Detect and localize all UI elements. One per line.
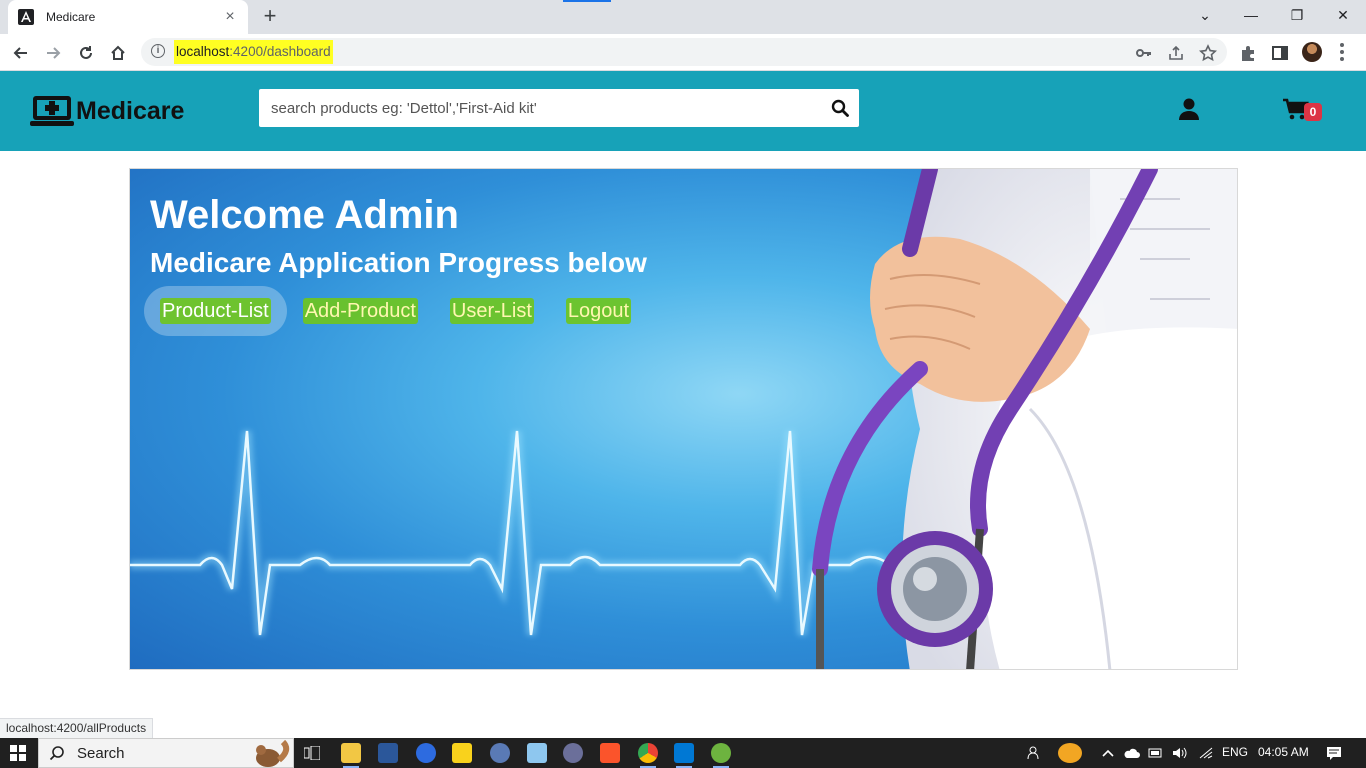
reload-button[interactable] bbox=[73, 40, 99, 66]
home-button[interactable] bbox=[105, 40, 131, 66]
weather-icon[interactable] bbox=[1058, 743, 1082, 763]
tab-drag-indicator bbox=[563, 0, 611, 2]
progress-subheading: Medicare Application Progress below bbox=[150, 247, 647, 278]
address-bar[interactable]: i localhost:4200/dashboard bbox=[141, 38, 1227, 66]
tab-search-dropdown-icon[interactable]: ⌄ bbox=[1182, 0, 1228, 30]
nav-user-list-link[interactable]: User-List bbox=[434, 286, 550, 336]
battery-icon[interactable] bbox=[1148, 746, 1162, 760]
back-button[interactable] bbox=[8, 40, 34, 66]
taskbar-search[interactable]: Search bbox=[38, 738, 294, 768]
paint-icon[interactable] bbox=[490, 743, 510, 763]
people-icon[interactable] bbox=[1027, 746, 1041, 760]
search-icon bbox=[49, 746, 64, 761]
task-view-icon[interactable] bbox=[304, 746, 320, 760]
vscode-icon[interactable] bbox=[674, 743, 694, 763]
nav-link-label: Logout bbox=[567, 300, 630, 322]
notifications-icon[interactable] bbox=[1326, 746, 1341, 760]
profile-avatar[interactable] bbox=[1302, 42, 1322, 62]
minimize-button[interactable]: — bbox=[1228, 0, 1274, 30]
address-url[interactable]: localhost:4200/dashboard bbox=[174, 40, 333, 64]
brand-logo[interactable]: Medicare bbox=[30, 93, 184, 129]
close-window-button[interactable]: ✕ bbox=[1320, 0, 1366, 30]
key-icon[interactable] bbox=[1135, 44, 1153, 62]
nav-product-list-link[interactable]: Product-List bbox=[144, 286, 287, 336]
wifi-icon[interactable] bbox=[1198, 746, 1213, 760]
tab-title: Medicare bbox=[46, 10, 96, 24]
search-icon[interactable] bbox=[831, 99, 849, 117]
file-explorer-icon[interactable] bbox=[341, 743, 361, 763]
bookmark-star-icon[interactable] bbox=[1199, 44, 1217, 62]
reload-icon bbox=[80, 46, 92, 59]
forward-button[interactable] bbox=[40, 40, 66, 66]
site-info-icon[interactable]: i bbox=[151, 44, 165, 58]
angular-logo-icon bbox=[18, 9, 34, 25]
windows-start-icon[interactable] bbox=[10, 745, 26, 761]
nav-logout-link[interactable]: Logout bbox=[550, 286, 647, 336]
home-icon bbox=[111, 45, 125, 60]
forward-arrow-icon bbox=[47, 47, 61, 59]
notepad-icon[interactable] bbox=[527, 743, 547, 763]
browser-toolbar: i localhost:4200/dashboard bbox=[0, 34, 1366, 71]
brand-name: Medicare bbox=[76, 96, 185, 125]
hero-background-image bbox=[130, 169, 1237, 669]
back-arrow-icon bbox=[13, 47, 27, 59]
user-icon[interactable] bbox=[1178, 98, 1200, 120]
link-preview-status: localhost:4200/allProducts bbox=[0, 718, 154, 738]
browser-tab-strip: Medicare × + ⌄ — ❐ ✕ bbox=[0, 0, 1366, 34]
chrome-icon[interactable] bbox=[638, 743, 658, 763]
windows-taskbar: Search ENG 04:05 AM bbox=[0, 738, 1366, 768]
sticky-notes-icon[interactable] bbox=[452, 743, 472, 763]
restore-button[interactable]: ❐ bbox=[1274, 0, 1320, 30]
taskbar-search-label: Search bbox=[77, 745, 125, 762]
heartbeat-line-icon bbox=[130, 430, 930, 636]
app-icon[interactable] bbox=[563, 743, 583, 763]
language-indicator[interactable]: ENG bbox=[1222, 745, 1248, 759]
doctor-illustration bbox=[812, 169, 1237, 669]
nav-link-label: Add-Product bbox=[304, 300, 416, 322]
browser-tab[interactable]: Medicare × bbox=[8, 0, 248, 34]
brave-icon[interactable] bbox=[600, 743, 620, 763]
search-box bbox=[259, 89, 859, 127]
chevron-up-icon[interactable] bbox=[1101, 746, 1115, 760]
nav-link-label: Product-List bbox=[162, 300, 269, 322]
share-icon[interactable] bbox=[1167, 44, 1185, 62]
new-tab-button[interactable]: + bbox=[258, 5, 282, 29]
side-panel-icon[interactable] bbox=[1271, 44, 1289, 62]
search-highlight-squirrel-icon bbox=[256, 740, 290, 767]
admin-nav: Product-List Add-Product User-List Logou… bbox=[144, 286, 647, 336]
medical-laptop-icon bbox=[30, 96, 74, 126]
tab-close-icon[interactable]: × bbox=[222, 9, 238, 25]
browser-menu-icon[interactable] bbox=[1340, 43, 1344, 61]
welcome-heading: Welcome Admin bbox=[150, 193, 459, 237]
cart-count-badge: 0 bbox=[1304, 103, 1322, 121]
extensions-icon[interactable] bbox=[1239, 44, 1257, 62]
spring-tool-icon[interactable] bbox=[711, 743, 731, 763]
nav-add-product-link[interactable]: Add-Product bbox=[287, 286, 434, 336]
dashboard-hero: Welcome Admin Medicare Application Progr… bbox=[129, 168, 1238, 670]
nav-link-label: User-List bbox=[451, 300, 532, 322]
zoom-icon[interactable] bbox=[416, 743, 436, 763]
volume-icon[interactable] bbox=[1172, 746, 1187, 760]
onedrive-cloud-icon[interactable] bbox=[1124, 746, 1140, 760]
search-input[interactable] bbox=[259, 89, 819, 127]
app-header: Medicare 0 bbox=[0, 71, 1366, 151]
clock-time[interactable]: 04:05 AM bbox=[1258, 745, 1309, 759]
word-icon[interactable] bbox=[378, 743, 398, 763]
